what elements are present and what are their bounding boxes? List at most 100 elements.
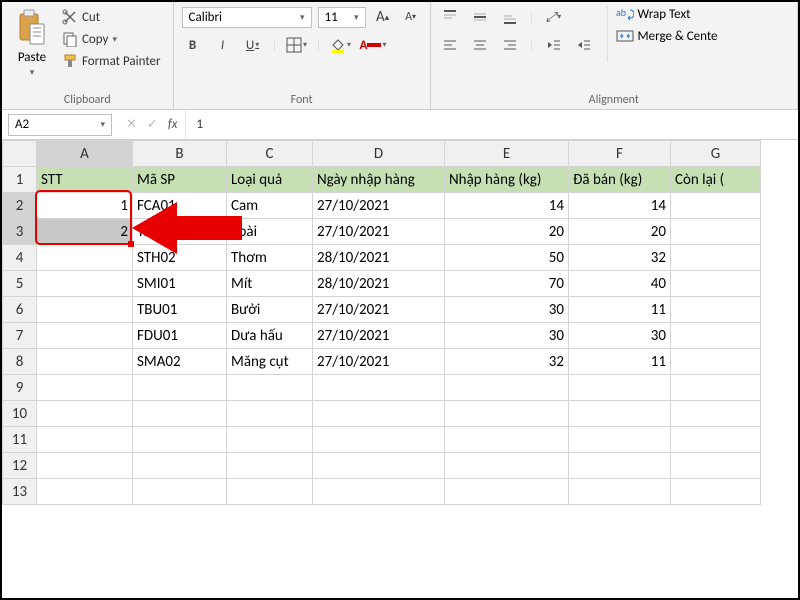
cell[interactable] bbox=[313, 453, 445, 479]
cell[interactable]: Còn lại ( bbox=[671, 167, 761, 193]
cell[interactable]: 11 bbox=[569, 349, 671, 375]
cell[interactable] bbox=[569, 401, 671, 427]
shrink-font-button[interactable]: A▾ bbox=[400, 6, 422, 28]
cell[interactable]: TBU01 bbox=[133, 297, 227, 323]
cell[interactable] bbox=[445, 427, 569, 453]
cell[interactable]: Cam bbox=[227, 193, 313, 219]
cell[interactable]: SMI01 bbox=[133, 271, 227, 297]
row-header[interactable]: 6 bbox=[3, 297, 37, 323]
cell[interactable] bbox=[671, 297, 761, 323]
cell[interactable]: 27/10/2021 bbox=[313, 297, 445, 323]
fx-button[interactable]: fx bbox=[168, 117, 178, 132]
cell[interactable] bbox=[569, 453, 671, 479]
copy-button[interactable]: Copy ▾ bbox=[58, 30, 165, 48]
bold-button[interactable]: B bbox=[182, 34, 204, 56]
underline-button[interactable]: U▾ bbox=[242, 34, 264, 56]
cell[interactable]: Thơm bbox=[227, 245, 313, 271]
cell[interactable] bbox=[37, 453, 133, 479]
cell[interactable] bbox=[671, 427, 761, 453]
cell[interactable] bbox=[671, 245, 761, 271]
cell[interactable] bbox=[445, 375, 569, 401]
row-header[interactable]: 12 bbox=[3, 453, 37, 479]
cell[interactable] bbox=[37, 245, 133, 271]
cell[interactable] bbox=[671, 349, 761, 375]
cell[interactable]: 1 bbox=[37, 193, 133, 219]
formula-input[interactable]: 1 bbox=[186, 117, 798, 132]
format-painter-button[interactable]: Format Painter bbox=[58, 52, 165, 70]
cell[interactable] bbox=[671, 219, 761, 245]
font-name-select[interactable]: Calibri▾ bbox=[182, 7, 312, 28]
col-header-f[interactable]: F bbox=[569, 141, 671, 167]
cell[interactable]: 28/10/2021 bbox=[313, 271, 445, 297]
cell[interactable] bbox=[671, 453, 761, 479]
cell[interactable] bbox=[671, 401, 761, 427]
cell[interactable] bbox=[37, 401, 133, 427]
cell[interactable] bbox=[671, 323, 761, 349]
row-header[interactable]: 4 bbox=[3, 245, 37, 271]
name-box[interactable]: A2▾ bbox=[8, 114, 112, 136]
merge-center-button[interactable]: Merge & Cente bbox=[616, 28, 718, 44]
cell[interactable]: SMA02 bbox=[133, 349, 227, 375]
align-right-button[interactable] bbox=[499, 34, 521, 56]
cell[interactable] bbox=[671, 479, 761, 505]
cell[interactable] bbox=[133, 479, 227, 505]
cell[interactable]: 32 bbox=[445, 349, 569, 375]
orientation-button[interactable]: ⤢▾ bbox=[543, 6, 565, 28]
cell[interactable] bbox=[569, 479, 671, 505]
cell[interactable] bbox=[445, 453, 569, 479]
cut-button[interactable]: Cut bbox=[58, 8, 165, 26]
cell[interactable] bbox=[37, 479, 133, 505]
col-header-c[interactable]: C bbox=[227, 141, 313, 167]
col-header-g[interactable]: G bbox=[671, 141, 761, 167]
cell[interactable] bbox=[227, 453, 313, 479]
cell[interactable]: Măng cụt bbox=[227, 349, 313, 375]
row-header[interactable]: 7 bbox=[3, 323, 37, 349]
font-color-button[interactable]: A ▾ bbox=[360, 34, 387, 56]
col-header-d[interactable]: D bbox=[313, 141, 445, 167]
cell[interactable]: 30 bbox=[569, 323, 671, 349]
wrap-text-button[interactable]: ab Wrap Text bbox=[616, 6, 718, 22]
cell[interactable]: 70 bbox=[445, 271, 569, 297]
cancel-button[interactable]: ✕ bbox=[126, 117, 137, 132]
cell[interactable]: 27/10/2021 bbox=[313, 349, 445, 375]
cell[interactable] bbox=[671, 375, 761, 401]
cell[interactable]: 40 bbox=[569, 271, 671, 297]
cell[interactable] bbox=[37, 427, 133, 453]
enter-button[interactable]: ✓ bbox=[147, 117, 158, 132]
cell[interactable]: 30 bbox=[445, 297, 569, 323]
paste-button[interactable]: Paste ▾ bbox=[10, 6, 54, 80]
cell[interactable]: STH02 bbox=[133, 245, 227, 271]
cell[interactable]: Ngày nhập hàng bbox=[313, 167, 445, 193]
cell[interactable] bbox=[671, 193, 761, 219]
cell[interactable] bbox=[671, 271, 761, 297]
cell[interactable] bbox=[37, 349, 133, 375]
row-header[interactable]: 3 bbox=[3, 219, 37, 245]
cell[interactable]: Mít bbox=[227, 271, 313, 297]
cell[interactable]: 14 bbox=[569, 193, 671, 219]
align-top-button[interactable] bbox=[439, 6, 461, 28]
cell[interactable]: 30 bbox=[445, 323, 569, 349]
cell[interactable]: Dưa hấu bbox=[227, 323, 313, 349]
cell[interactable] bbox=[313, 479, 445, 505]
cell[interactable]: Xoài bbox=[227, 219, 313, 245]
cell[interactable]: 27/10/2021 bbox=[313, 193, 445, 219]
cell[interactable]: Nhập hàng (kg) bbox=[445, 167, 569, 193]
cell[interactable] bbox=[313, 427, 445, 453]
cell[interactable] bbox=[569, 375, 671, 401]
cell[interactable] bbox=[227, 479, 313, 505]
cell[interactable] bbox=[445, 479, 569, 505]
cell[interactable] bbox=[37, 297, 133, 323]
cell[interactable]: 20 bbox=[569, 219, 671, 245]
col-header-b[interactable]: B bbox=[133, 141, 227, 167]
increase-indent-button[interactable] bbox=[573, 34, 595, 56]
cell[interactable]: 27/10/2021 bbox=[313, 219, 445, 245]
cell[interactable]: STT bbox=[37, 167, 133, 193]
fill-color-button[interactable]: ▾ bbox=[330, 34, 352, 56]
cell[interactable]: 11 bbox=[569, 297, 671, 323]
cell[interactable]: FDU01 bbox=[133, 323, 227, 349]
cell[interactable]: Loại quả bbox=[227, 167, 313, 193]
cell[interactable]: TXO bbox=[133, 219, 227, 245]
cell[interactable] bbox=[445, 401, 569, 427]
cell[interactable] bbox=[569, 427, 671, 453]
grow-font-button[interactable]: A▴ bbox=[372, 6, 394, 28]
